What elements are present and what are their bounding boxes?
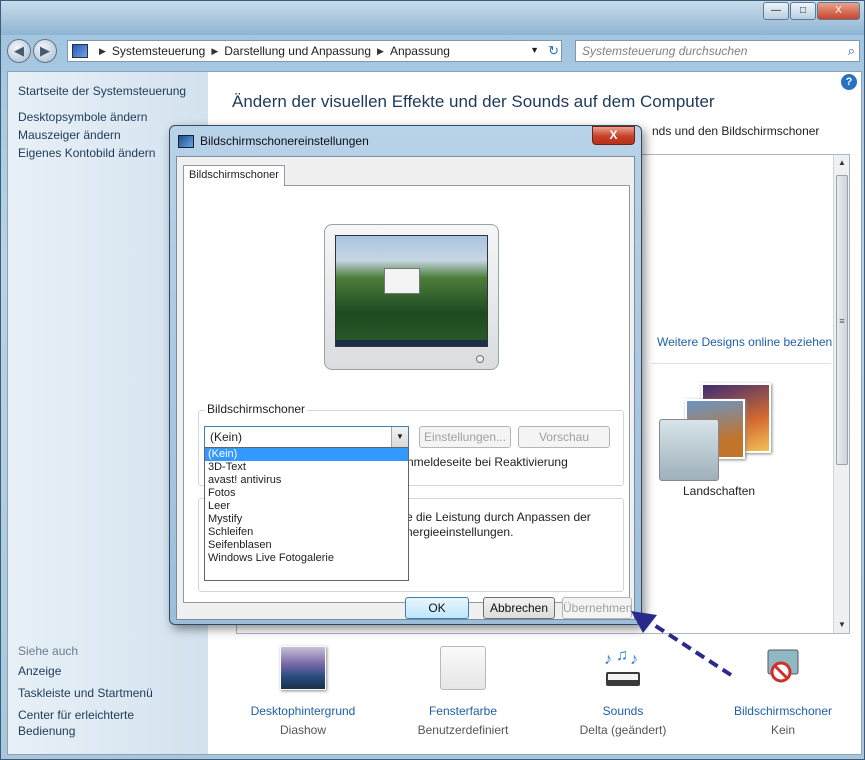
power-description: e die Leistung durch Anpassen der nergie… (406, 510, 591, 540)
desktop-background-icon (280, 646, 326, 690)
scrollbar[interactable]: ▲ ≡ ▼ (833, 155, 849, 633)
window-color-icon (440, 646, 486, 690)
screensaver-icon (760, 646, 806, 690)
desktop-background-label[interactable]: Desktophintergrund (228, 704, 378, 718)
breadcrumb-separator: ▶ (211, 45, 219, 56)
scroll-thumb[interactable]: ≡ (836, 175, 848, 465)
window-color-item[interactable]: Fensterfarbe Benutzerdefiniert (388, 646, 538, 737)
help-icon[interactable]: ? (841, 74, 857, 90)
forward-arrow-icon[interactable]: ▶ (33, 39, 57, 63)
window-color-label[interactable]: Fensterfarbe (388, 704, 538, 718)
power-description-line1: e die Leistung durch Anpassen der (406, 510, 591, 524)
maximize-button[interactable]: □ (790, 2, 816, 20)
list-item[interactable]: Seifenblasen (205, 539, 408, 552)
sidebar-link-desktop-icons[interactable]: Desktopsymbole ändern (18, 110, 147, 124)
chevron-down-icon[interactable]: ▼ (530, 45, 539, 55)
sounds-label[interactable]: Sounds (548, 704, 698, 718)
cancel-button[interactable]: Abbrechen (483, 597, 555, 619)
window-color-value: Benutzerdefiniert (417, 723, 509, 737)
list-item[interactable]: Mystify (205, 513, 408, 526)
preview-screen (335, 235, 488, 347)
theme-landscapes-label[interactable]: Landschaften (683, 484, 755, 498)
monitor-preview (324, 224, 499, 370)
breadcrumb-separator: ▶ (99, 45, 106, 56)
title-bar: — □ X (1, 1, 864, 35)
list-item[interactable]: (Kein) (205, 448, 408, 461)
search-icon[interactable]: ⌕ (848, 43, 855, 59)
search-placeholder: Systemsteuerung durchsuchen (582, 44, 748, 58)
tab-panel: Bildschirmschoner (Kein) ▼ Einstellungen… (183, 185, 630, 603)
close-button[interactable]: X (817, 2, 860, 20)
ok-button[interactable]: OK (405, 597, 469, 619)
sidebar-link-display[interactable]: Anzeige (18, 664, 61, 678)
screensaver-dialog-icon (178, 135, 194, 148)
page-subtitle: nds und den Bildschirmschoner (652, 124, 820, 138)
settings-button[interactable]: Einstellungen... (419, 426, 511, 448)
theme-landscapes-thumbnail[interactable] (655, 383, 775, 493)
dialog-close-button[interactable]: X (592, 126, 635, 145)
preview-button[interactable]: Vorschau (518, 426, 610, 448)
sidebar-link-account-picture[interactable]: Eigenes Kontobild ändern (18, 146, 155, 160)
divider (651, 363, 831, 364)
power-led-icon (476, 355, 484, 363)
dialog-title: Bildschirmschonereinstellungen (200, 134, 369, 148)
dialog-body: Bildschirmschoner Bildschirmschoner (Kei… (176, 156, 635, 620)
online-themes-link[interactable]: Weitere Designs online beziehen (657, 335, 832, 349)
sounds-value: Delta (geändert) (579, 723, 667, 737)
minimize-button[interactable]: — (763, 2, 789, 20)
scroll-down-icon[interactable]: ▼ (834, 617, 850, 633)
list-item[interactable]: Fotos (205, 487, 408, 500)
breadcrumb-anpassung[interactable]: Anpassung (390, 44, 450, 58)
tab-screensaver[interactable]: Bildschirmschoner (183, 165, 285, 186)
breadcrumb-darstellung[interactable]: Darstellung und Anpassung (224, 44, 371, 58)
control-panel-window: — □ X ◀ ▶ ▶ Systemsteuerung ▶ Darstellun… (0, 0, 865, 760)
navigation-bar: ◀ ▶ ▶ Systemsteuerung ▶ Darstellung und … (7, 37, 862, 65)
search-input[interactable]: Systemsteuerung durchsuchen ⌕ (575, 40, 860, 62)
list-item[interactable]: Windows Live Fotogalerie (205, 552, 408, 565)
screensaver-select[interactable]: (Kein) ▼ (204, 426, 409, 448)
sidebar-link-ease-of-access[interactable]: Center für erleichterte (18, 708, 134, 722)
list-item[interactable]: Leer (205, 500, 408, 513)
screensaver-select-value: (Kein) (210, 430, 243, 444)
refresh-icon[interactable]: ↻ (548, 43, 559, 59)
back-arrow-icon[interactable]: ◀ (7, 39, 31, 63)
screensaver-group-label: Bildschirmschoner (205, 402, 308, 416)
address-bar[interactable]: ▶ Systemsteuerung ▶ Darstellung und Anpa… (67, 40, 562, 62)
desktop-background-value: Diashow (279, 723, 327, 737)
power-description-line2[interactable]: nergieeinstellungen. (406, 525, 591, 540)
list-item[interactable]: Schleifen (205, 526, 408, 539)
page-title: Ändern der visuellen Effekte und der Sou… (232, 92, 715, 111)
screensaver-dropdown-list[interactable]: (Kein) 3D-Text avast! antivirus Fotos Le… (204, 447, 409, 581)
screensaver-dialog: Bildschirmschonereinstellungen X Bildsch… (169, 125, 642, 625)
sidebar-link-mouse-pointer[interactable]: Mauszeiger ändern (18, 128, 121, 142)
personalization-bar: Desktophintergrund Diashow Fensterfarbe … (208, 638, 863, 756)
breadcrumb-systemsteuerung[interactable]: Systemsteuerung (112, 44, 205, 58)
desktop-background-item[interactable]: Desktophintergrund Diashow (228, 646, 378, 737)
svg-text:♪: ♪ (604, 651, 612, 668)
list-item[interactable]: avast! antivirus (205, 474, 408, 487)
apply-button[interactable]: Übernehmen (562, 597, 632, 619)
scroll-up-icon[interactable]: ▲ (834, 155, 850, 171)
breadcrumb-separator: ▶ (377, 45, 384, 56)
sidebar-link-home[interactable]: Startseite der Systemsteuerung (18, 84, 186, 98)
chevron-down-icon[interactable]: ▼ (391, 427, 408, 447)
list-item[interactable]: 3D-Text (205, 461, 408, 474)
sidebar-link-ease-of-access-2[interactable]: Bedienung (18, 724, 75, 738)
screensaver-value: Kein (770, 723, 796, 737)
control-panel-icon (72, 44, 88, 58)
screensaver-label[interactable]: Bildschirmschoner (708, 704, 858, 718)
see-also-heading: Siehe auch (18, 644, 79, 658)
resume-logon-label[interactable]: nmeldeseite bei Reaktivierung (407, 455, 568, 469)
annotation-arrow-icon (631, 611, 733, 677)
sidebar-link-taskbar[interactable]: Taskleiste und Startmenü (18, 686, 153, 700)
